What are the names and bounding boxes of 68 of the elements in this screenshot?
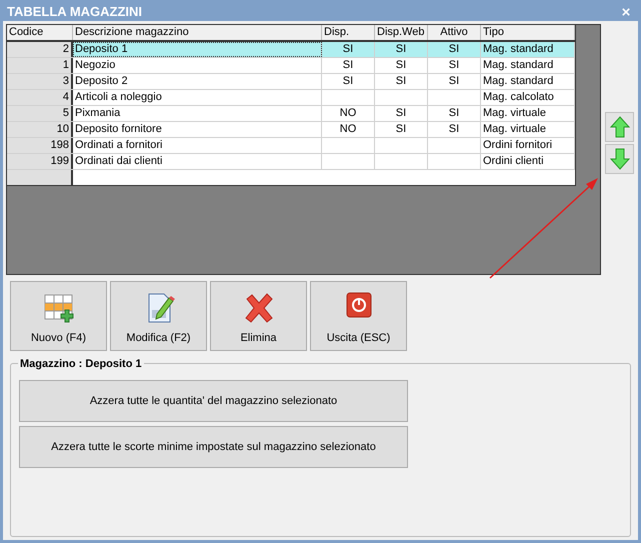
group-title: Magazzino : Deposito 1: [18, 356, 144, 372]
table-cell: SI: [322, 58, 375, 73]
table-cell: Ordinati a fornitori: [73, 138, 322, 153]
table-cell: Mag. calcolato: [481, 90, 575, 105]
table-cell: Mag. virtuale: [481, 106, 575, 121]
table-cell: 1: [7, 58, 73, 73]
action-button[interactable]: Azzera tutte le scorte minime impostate sul magazzino selezionato: [19, 426, 408, 468]
table-cell: Articoli a noleggio: [73, 90, 322, 105]
table-row[interactable]: 1 Negozio SI SI SI Mag. standard: [7, 58, 575, 74]
table-row[interactable]: 198 Ordinati a fornitori Ordini fornitori: [7, 138, 575, 154]
table-cell: Mag. standard: [481, 58, 575, 73]
table-row[interactable]: 4 Articoli a noleggio Mag. calcolato: [7, 90, 575, 106]
move-up-button[interactable]: [605, 112, 634, 142]
table-cell: 2: [7, 42, 73, 57]
table-cell: Deposito 1: [73, 42, 322, 57]
column-header[interactable]: Disp.: [322, 25, 375, 40]
table-cell: Pixmania: [73, 106, 322, 121]
table-cell: Negozio: [73, 58, 322, 73]
move-down-button[interactable]: [605, 144, 634, 174]
table-cell: Mag. virtuale: [481, 122, 575, 137]
toolbar-button[interactable]: Nuovo (F4): [10, 281, 107, 351]
table-cell: SI: [322, 74, 375, 89]
table-cell: 10: [7, 122, 73, 137]
window-title: TABELLA MAGAZZINI: [7, 3, 142, 22]
column-header[interactable]: Disp.Web: [375, 25, 428, 40]
table-cell: Ordini fornitori: [481, 138, 575, 153]
up-arrow-icon: [610, 116, 630, 138]
column-header[interactable]: Codice: [7, 25, 73, 40]
table-cell: NO: [322, 122, 375, 137]
table-cell: Ordini clienti: [481, 154, 575, 169]
table-cell: SI: [375, 42, 428, 57]
column-header[interactable]: Attivo: [428, 25, 481, 40]
table-cell: Deposito 2: [73, 74, 322, 89]
table-cell: SI: [375, 58, 428, 73]
table-cell: SI: [375, 74, 428, 89]
table-cell: SI: [428, 106, 481, 121]
table-cell: Mag. standard: [481, 74, 575, 89]
table-row[interactable]: 3 Deposito 2 SI SI SI Mag. standard: [7, 74, 575, 90]
column-header[interactable]: Tipo: [481, 25, 575, 40]
toolbar-button[interactable]: Elimina: [210, 281, 307, 351]
table-row[interactable]: 199 Ordinati dai clienti Ordini clienti: [7, 154, 575, 170]
table-cell: NO: [322, 106, 375, 121]
table-row[interactable]: 5 Pixmania NO SI SI Mag. virtuale: [7, 106, 575, 122]
table-cell: 3: [7, 74, 73, 89]
table-cell: SI: [428, 42, 481, 57]
cross-icon: [242, 292, 274, 324]
action-button[interactable]: Azzera tutte le quantita' del magazzino selezionato: [19, 380, 408, 422]
table-cell: SI: [428, 58, 481, 73]
table-cell: SI: [428, 74, 481, 89]
table-row[interactable]: 2 Deposito 1 SI SI SI Mag. standard: [7, 42, 575, 58]
table-cell: 198: [7, 138, 73, 153]
column-header[interactable]: Descrizione magazzino: [73, 25, 322, 40]
power-icon: [346, 292, 372, 318]
table-cell: Deposito fornitore: [73, 122, 322, 137]
table-cell: Ordinati dai clienti: [73, 154, 322, 169]
down-arrow-icon: [610, 148, 630, 170]
toolbar-button[interactable]: Modifica (F2): [110, 281, 207, 351]
table-cell: 5: [7, 106, 73, 121]
table-cell: Mag. standard: [481, 42, 575, 57]
table-cell: SI: [375, 122, 428, 137]
toolbar-button[interactable]: Uscita (ESC): [310, 281, 407, 351]
table-cell: SI: [428, 122, 481, 137]
table-cell: SI: [322, 42, 375, 57]
table-cell: 4: [7, 90, 73, 105]
table-cell: 199: [7, 154, 73, 169]
table-cell: SI: [375, 106, 428, 121]
table-add-icon: [42, 292, 74, 324]
table-row[interactable]: 10 Deposito fornitore NO SI SI Mag. virtuale: [7, 122, 575, 138]
